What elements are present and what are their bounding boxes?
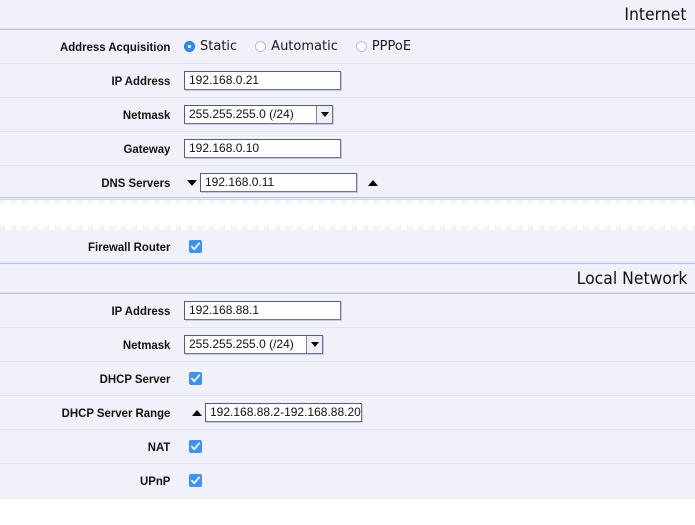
divider-rule-dark xyxy=(0,197,695,198)
control-local-ip-address: 192.168.88.1 xyxy=(178,301,695,320)
triangle-down-icon xyxy=(187,179,197,186)
radio-option-automatic[interactable]: Automatic xyxy=(255,39,338,54)
local-netmask-selected-value: 255.255.255.0 (/24) xyxy=(189,337,294,351)
upnp-checkbox[interactable] xyxy=(189,474,202,487)
radio-label-automatic: Automatic xyxy=(271,39,338,54)
local-network-section-header: Local Network xyxy=(0,264,695,294)
internet-netmask-dropdown-button[interactable] xyxy=(316,106,332,123)
local-network-panel: Local Network IP Address 192.168.88.1 Ne… xyxy=(0,264,695,499)
address-acquisition-radio-group: Static Automatic PPPoE xyxy=(184,39,429,54)
torn-edge-lower xyxy=(0,221,695,230)
check-icon xyxy=(190,476,201,485)
row-nat: NAT xyxy=(0,430,695,465)
check-icon xyxy=(190,374,201,383)
firewall-router-checkbox[interactable] xyxy=(189,240,202,253)
dns-servers-collapse-button[interactable] xyxy=(184,179,200,186)
internet-panel: Internet Address Acquisition Static Auto… xyxy=(0,0,695,201)
dhcp-server-range-collapse-button[interactable] xyxy=(189,409,205,416)
torn-paper-divider-top xyxy=(0,197,695,230)
control-internet-ip-address: 192.168.0.21 xyxy=(178,71,695,90)
label-upnp: UPnP xyxy=(139,473,171,488)
row-internet-dns-servers: DNS Servers 192.168.0.11 xyxy=(0,166,695,201)
internet-ip-address-input[interactable]: 192.168.0.21 xyxy=(184,71,341,90)
chevron-down-icon xyxy=(310,342,319,347)
local-network-section-title: Local Network xyxy=(576,268,687,289)
internet-section-header: Internet xyxy=(0,0,695,30)
triangle-up-icon xyxy=(368,179,378,186)
internet-dns-servers-input[interactable]: 192.168.0.11 xyxy=(200,173,357,192)
nat-checkbox[interactable] xyxy=(189,440,202,453)
radio-label-static: Static xyxy=(200,39,238,54)
radio-option-static[interactable]: Static xyxy=(184,39,237,54)
row-upnp: UPnP xyxy=(0,464,695,499)
label-dhcp-server: DHCP Server xyxy=(99,371,171,386)
internet-section-title: Internet xyxy=(624,4,687,25)
network-settings-page: Internet Address Acquisition Static Auto… xyxy=(0,0,695,525)
control-local-netmask: 255.255.255.0 (/24) xyxy=(178,335,695,354)
local-ip-address-input[interactable]: 192.168.88.1 xyxy=(184,301,341,320)
dhcp-server-range-input[interactable]: 192.168.88.2-192.168.88.20 xyxy=(205,403,362,422)
internet-netmask-selected-value: 255.255.255.0 (/24) xyxy=(189,107,294,121)
control-firewall-router xyxy=(178,240,695,253)
row-internet-gateway: Gateway 192.168.0.10 xyxy=(0,132,695,167)
firewall-panel: Firewall Router xyxy=(0,230,695,265)
torn-edge-upper xyxy=(0,200,695,209)
radio-label-pppoe: PPPoE xyxy=(371,39,412,54)
label-address-acquisition: Address Acquisition xyxy=(59,39,171,54)
radio-option-pppoe[interactable]: PPPoE xyxy=(355,39,412,54)
label-local-ip-address: IP Address xyxy=(111,303,171,318)
row-dhcp-server: DHCP Server xyxy=(0,362,695,397)
row-local-ip-address: IP Address 192.168.88.1 xyxy=(0,294,695,329)
control-nat xyxy=(178,440,695,453)
internet-gateway-input[interactable]: 192.168.0.10 xyxy=(184,139,341,158)
row-address-acquisition: Address Acquisition Static Automatic PPP… xyxy=(0,30,695,65)
control-internet-netmask: 255.255.255.0 (/24) xyxy=(178,105,695,124)
control-dhcp-server xyxy=(178,372,695,385)
radio-selected-icon[interactable] xyxy=(184,41,195,52)
local-netmask-dropdown-button[interactable] xyxy=(306,336,322,353)
check-icon xyxy=(190,242,201,251)
triangle-up-icon xyxy=(192,409,202,416)
chevron-down-icon xyxy=(320,112,329,117)
row-local-netmask: Netmask 255.255.255.0 (/24) xyxy=(0,328,695,363)
label-firewall-router: Firewall Router xyxy=(88,239,171,254)
dns-servers-expand-button[interactable] xyxy=(365,179,381,186)
label-internet-netmask: Netmask xyxy=(122,107,171,122)
label-internet-gateway: Gateway xyxy=(123,141,171,156)
label-internet-dns-servers: DNS Servers xyxy=(101,175,171,190)
label-dhcp-server-range: DHCP Server Range xyxy=(61,405,171,420)
check-icon xyxy=(190,442,201,451)
row-firewall-router: Firewall Router xyxy=(0,230,695,265)
row-dhcp-server-range: DHCP Server Range 192.168.88.2-192.168.8… xyxy=(0,396,695,431)
control-dhcp-server-range: 192.168.88.2-192.168.88.20 xyxy=(178,403,695,422)
radio-unselected-icon[interactable] xyxy=(255,41,267,52)
local-netmask-select[interactable]: 255.255.255.0 (/24) xyxy=(184,335,323,354)
label-nat: NAT xyxy=(147,439,171,454)
control-upnp xyxy=(178,474,695,487)
control-address-acquisition: Static Automatic PPPoE xyxy=(178,39,695,54)
radio-unselected-icon[interactable] xyxy=(355,41,367,52)
control-internet-dns-servers: 192.168.0.11 xyxy=(178,173,695,192)
row-internet-ip-address: IP Address 192.168.0.21 xyxy=(0,64,695,99)
control-internet-gateway: 192.168.0.10 xyxy=(178,139,695,158)
internet-netmask-select[interactable]: 255.255.255.0 (/24) xyxy=(184,105,333,124)
label-internet-ip-address: IP Address xyxy=(111,73,171,88)
dhcp-server-checkbox[interactable] xyxy=(189,372,202,385)
label-local-netmask: Netmask xyxy=(122,337,171,352)
row-internet-netmask: Netmask 255.255.255.0 (/24) xyxy=(0,98,695,133)
